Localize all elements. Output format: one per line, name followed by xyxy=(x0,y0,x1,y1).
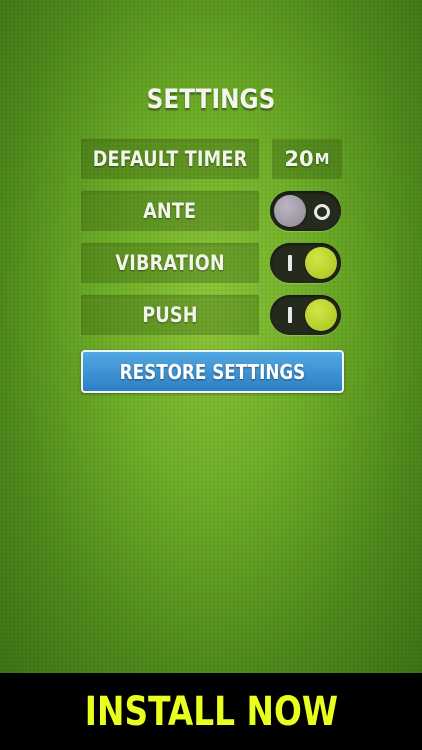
vibration-toggle[interactable] xyxy=(270,243,341,283)
default-timer-value[interactable]: 20 M xyxy=(272,139,342,179)
default-timer-unit: M xyxy=(314,150,330,168)
vibration-label-text: VIBRATION xyxy=(115,251,225,275)
restore-settings-button[interactable]: RESTORE SETTINGS xyxy=(81,350,344,393)
ante-label: ANTE xyxy=(81,191,259,231)
page-title: SETTINGS xyxy=(146,84,276,115)
vibration-label: VIBRATION xyxy=(81,243,259,283)
ante-label-text: ANTE xyxy=(143,199,197,223)
push-label-text: PUSH xyxy=(142,303,198,327)
default-timer-label-text: DEFAULT TIMER xyxy=(92,147,248,171)
off-indicator-icon xyxy=(314,204,330,220)
settings-screen: SETTINGS DEFAULT TIMER 20 M ANTE VIBRATIO… xyxy=(0,0,422,673)
push-toggle[interactable] xyxy=(270,295,341,335)
toggle-knob-icon xyxy=(274,195,306,227)
install-now-label: INSTALL NOW xyxy=(84,688,338,735)
on-indicator-icon xyxy=(288,307,292,323)
default-timer-number: 20 xyxy=(284,147,314,171)
on-indicator-icon xyxy=(288,255,292,271)
push-label: PUSH xyxy=(81,295,259,335)
default-timer-label: DEFAULT TIMER xyxy=(81,139,259,179)
install-now-banner[interactable]: INSTALL NOW xyxy=(0,673,422,750)
ante-toggle[interactable] xyxy=(270,191,341,231)
restore-settings-label: RESTORE SETTINGS xyxy=(119,359,306,384)
toggle-knob-icon xyxy=(305,247,337,279)
toggle-knob-icon xyxy=(305,299,337,331)
